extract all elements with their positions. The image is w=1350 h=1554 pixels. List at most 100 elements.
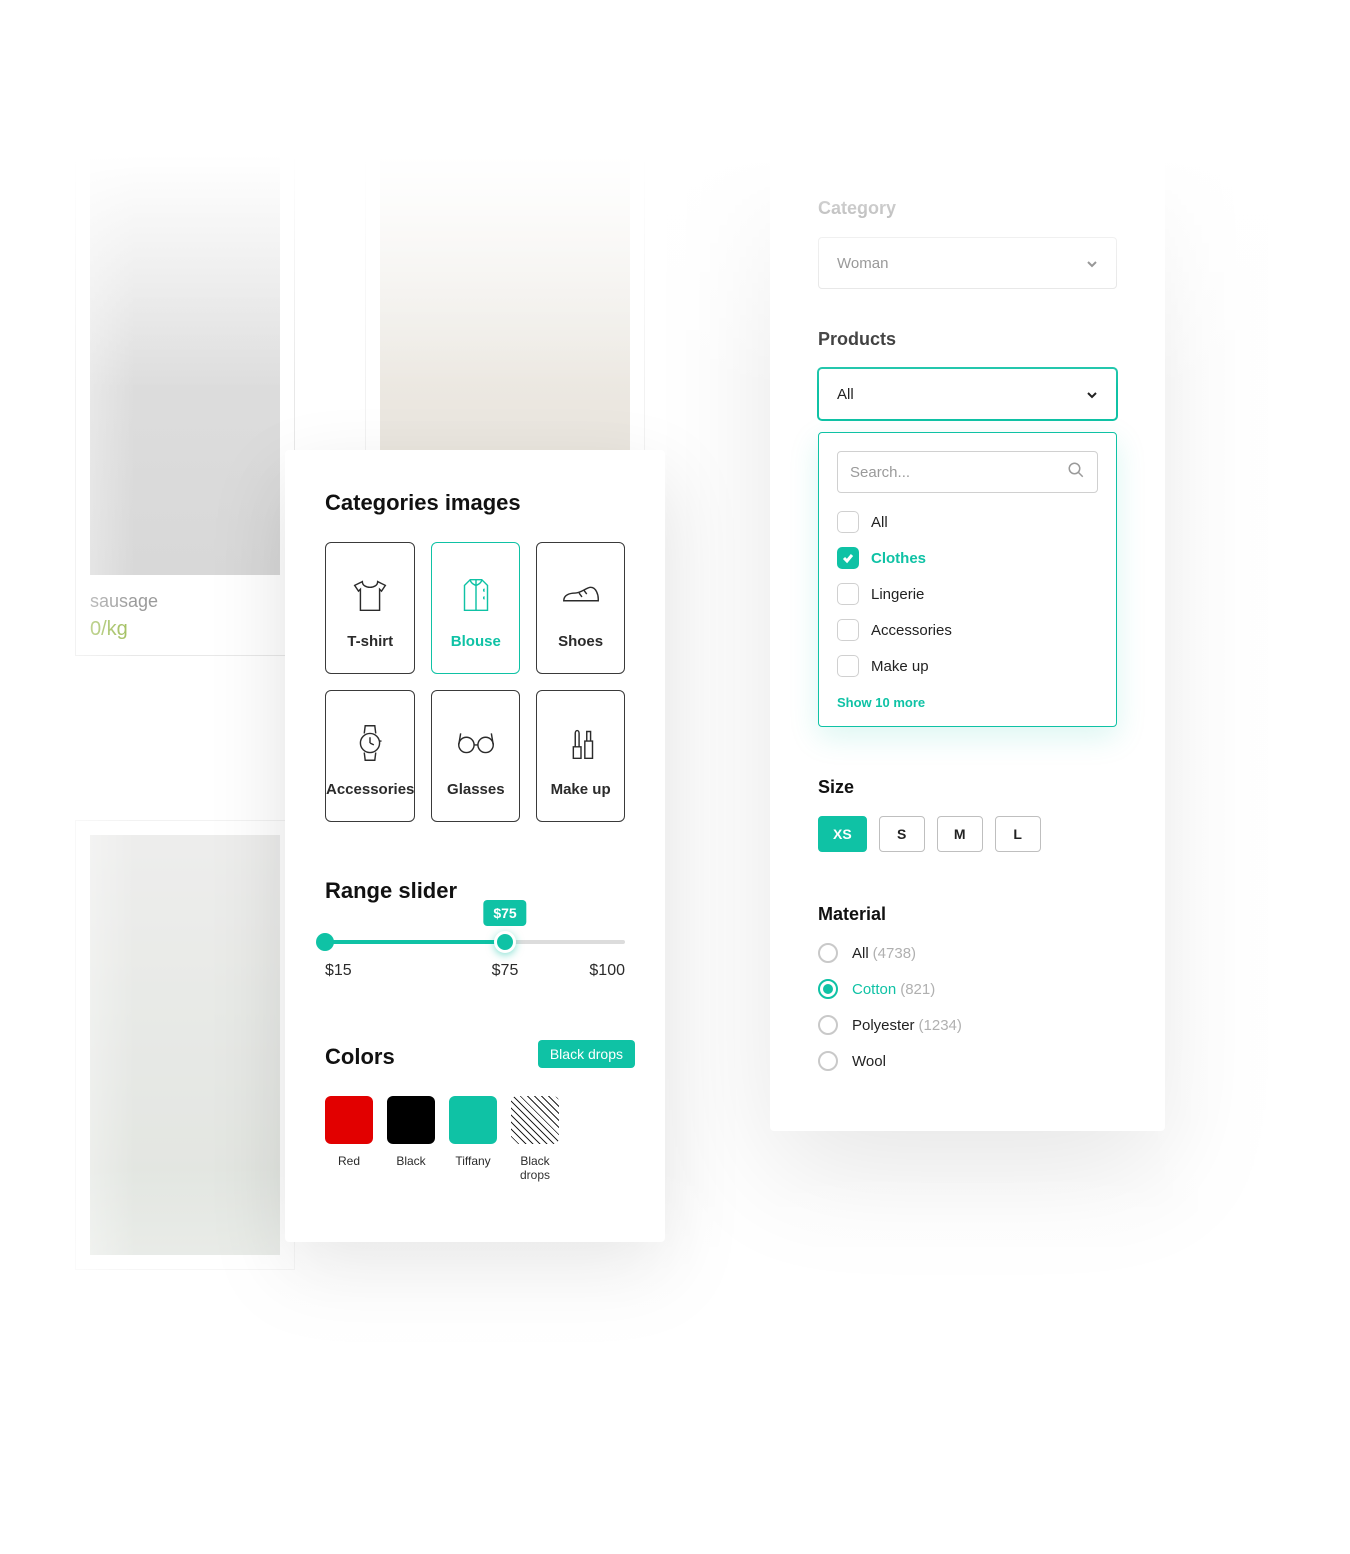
slider-thumb-min[interactable] xyxy=(316,933,334,951)
option-label: Accessories xyxy=(871,622,952,639)
swatch-black[interactable] xyxy=(387,1096,435,1144)
slider-value-label: $75 xyxy=(492,962,519,980)
category-label: Category xyxy=(818,198,1117,219)
material-label: Material xyxy=(818,904,1117,925)
material-cotton[interactable]: Cotton(821) xyxy=(818,979,1117,999)
range-title: Range slider xyxy=(325,878,625,904)
products-label: Products xyxy=(818,329,1117,350)
product-image xyxy=(380,155,630,475)
products-value: All xyxy=(837,386,854,403)
option-label: Make up xyxy=(871,658,929,675)
category-shoes[interactable]: Shoes xyxy=(536,542,625,674)
product-option-lingerie[interactable]: Lingerie xyxy=(837,583,1098,605)
category-label: Accessories xyxy=(326,781,414,798)
color-tooltip: Black drops xyxy=(538,1040,635,1068)
slider-max-label: $100 xyxy=(589,962,625,980)
radio-icon xyxy=(818,943,838,963)
category-label: Blouse xyxy=(451,633,501,650)
slider-fill xyxy=(325,940,505,944)
radio-icon xyxy=(818,1051,838,1071)
product-option-all[interactable]: All xyxy=(837,511,1098,533)
categories-grid: T-shirt Blouse Shoes Accessories Glasses xyxy=(325,542,625,822)
bg-product-card xyxy=(365,140,645,490)
product-option-clothes[interactable]: Clothes xyxy=(837,547,1098,569)
category-tshirt[interactable]: T-shirt xyxy=(325,542,415,674)
material-count: (821) xyxy=(900,981,935,998)
blouse-icon xyxy=(448,567,504,623)
category-select[interactable]: Woman xyxy=(818,237,1117,289)
category-label: Shoes xyxy=(558,633,603,650)
size-l[interactable]: L xyxy=(995,816,1041,852)
swatch-label: Tiffany xyxy=(449,1154,497,1182)
size-m[interactable]: M xyxy=(937,816,983,852)
option-label: All xyxy=(871,514,888,531)
slider-min-label: $15 xyxy=(325,962,352,980)
slider-track xyxy=(325,940,625,944)
radio-icon xyxy=(818,1015,838,1035)
material-polyester[interactable]: Polyester(1234) xyxy=(818,1015,1117,1035)
products-select[interactable]: All xyxy=(818,368,1117,420)
size-s[interactable]: S xyxy=(879,816,925,852)
swatch-red[interactable] xyxy=(325,1096,373,1144)
checkbox-icon xyxy=(837,547,859,569)
components-panel: Categories images T-shirt Blouse Shoes A… xyxy=(285,450,665,1242)
material-count: (4738) xyxy=(873,945,916,962)
category-accessories[interactable]: Accessories xyxy=(325,690,415,822)
search-placeholder: Search... xyxy=(850,464,910,481)
category-label: Make up xyxy=(551,781,611,798)
filter-panel: Filter Category Woman Products All Searc… xyxy=(770,70,1165,1131)
option-label: Clothes xyxy=(871,550,926,567)
radio-icon xyxy=(818,979,838,999)
material-name: Polyester xyxy=(852,1017,915,1034)
chevron-down-icon xyxy=(1086,257,1098,269)
material-wool[interactable]: Wool xyxy=(818,1051,1117,1071)
swatch-label: Red xyxy=(325,1154,373,1182)
chevron-down-icon xyxy=(1086,388,1098,400)
show-more-link[interactable]: Show 10 more xyxy=(837,695,1098,710)
swatch-label: Black xyxy=(387,1154,435,1182)
material-name: Cotton xyxy=(852,981,896,998)
product-option-makeup[interactable]: Make up xyxy=(837,655,1098,677)
lipstick-icon xyxy=(553,715,609,771)
category-label: T-shirt xyxy=(347,633,393,650)
material-count: (1234) xyxy=(919,1017,962,1034)
swatch-label: Black drops xyxy=(511,1154,559,1182)
size-label: Size xyxy=(818,777,1117,798)
checkbox-icon xyxy=(837,619,859,641)
glasses-icon xyxy=(448,715,504,771)
material-list: All(4738) Cotton(821) Polyester(1234) Wo… xyxy=(818,943,1117,1071)
shoe-icon xyxy=(553,567,609,623)
checkbox-icon xyxy=(837,655,859,677)
swatch-tiffany[interactable] xyxy=(449,1096,497,1144)
checkbox-icon xyxy=(837,583,859,605)
material-name: Wool xyxy=(852,1053,886,1070)
tshirt-icon xyxy=(342,567,398,623)
colors-row xyxy=(325,1096,625,1144)
product-option-accessories[interactable]: Accessories xyxy=(837,619,1098,641)
category-glasses[interactable]: Glasses xyxy=(431,690,520,822)
categories-title: Categories images xyxy=(325,490,625,516)
product-price: 0/kg xyxy=(90,618,280,641)
category-blouse[interactable]: Blouse xyxy=(431,542,520,674)
products-search[interactable]: Search... xyxy=(837,451,1098,493)
checkbox-icon xyxy=(837,511,859,533)
product-name: sausage xyxy=(90,591,280,612)
swatch-black-drops[interactable] xyxy=(511,1096,559,1144)
filter-title: Filter xyxy=(818,126,1117,154)
option-label: Lingerie xyxy=(871,586,924,603)
product-image xyxy=(90,835,280,1255)
range-slider[interactable]: $75 xyxy=(325,940,625,944)
product-image xyxy=(90,155,280,575)
material-all[interactable]: All(4738) xyxy=(818,943,1117,963)
bg-product-card xyxy=(75,820,295,1270)
products-dropdown: Search... All Clothes Lingerie Accessori… xyxy=(818,432,1117,727)
slider-tooltip: $75 xyxy=(483,900,526,926)
category-makeup[interactable]: Make up xyxy=(536,690,625,822)
size-row: XS S M L xyxy=(818,816,1117,852)
bg-product-card: sausage 0/kg xyxy=(75,140,295,656)
category-label: Glasses xyxy=(447,781,505,798)
category-value: Woman xyxy=(837,255,888,272)
search-icon xyxy=(1067,461,1085,483)
size-xs[interactable]: XS xyxy=(818,816,867,852)
slider-thumb-max[interactable] xyxy=(494,931,516,953)
